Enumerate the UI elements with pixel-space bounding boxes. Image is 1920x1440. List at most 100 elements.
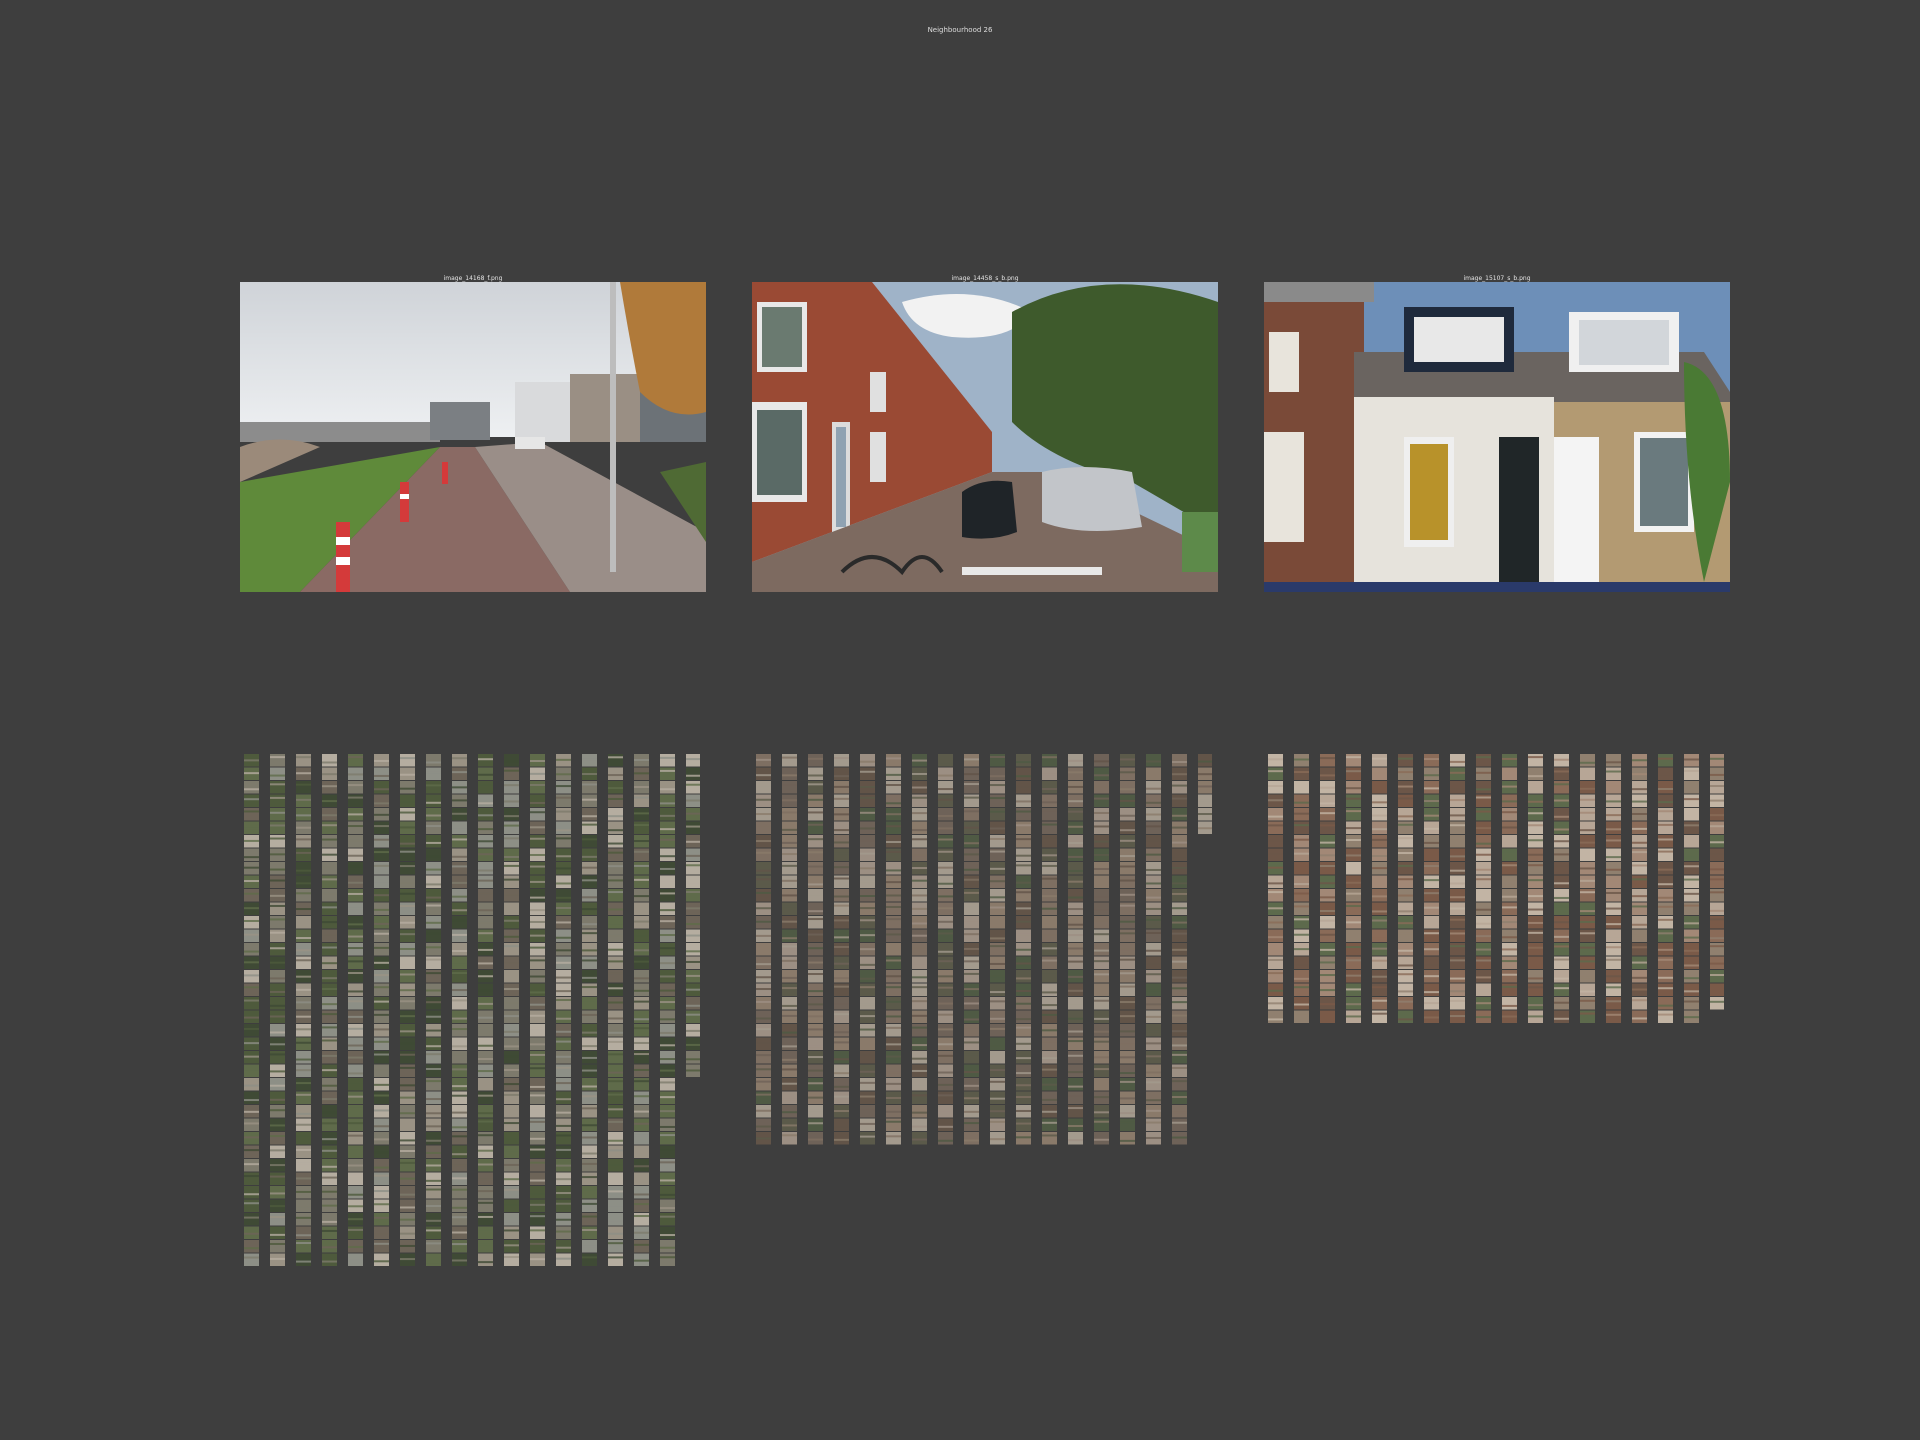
thumbnail	[1172, 929, 1187, 942]
thumbnail	[296, 889, 311, 902]
thumbnail	[782, 1037, 797, 1050]
thumbnail	[886, 956, 901, 969]
thumbnail	[1346, 862, 1361, 875]
thumbnail	[322, 1213, 337, 1226]
thumbnail	[374, 983, 389, 996]
thumbnail	[1658, 902, 1673, 915]
thumbnail	[1294, 767, 1309, 780]
thumbnail	[886, 781, 901, 794]
thumbnail	[1042, 754, 1057, 767]
thumbnail	[348, 916, 363, 929]
thumbnail	[478, 862, 493, 875]
thumbnail	[756, 848, 771, 861]
thumbnail	[660, 1199, 675, 1212]
thumbnail	[782, 1091, 797, 1104]
thumbnail	[1146, 889, 1161, 902]
thumbnail	[400, 848, 415, 861]
thumbnail	[860, 848, 875, 861]
thumbnail	[530, 1240, 545, 1253]
thumbnail	[756, 997, 771, 1010]
thumbnail	[964, 902, 979, 915]
thumbnail	[582, 1037, 597, 1050]
thumbnail	[452, 767, 467, 780]
thumbnail	[1450, 929, 1465, 942]
thumbnail	[1476, 754, 1491, 767]
thumbnail	[478, 754, 493, 767]
thumbnail	[1016, 889, 1031, 902]
thumbnail	[1710, 997, 1724, 1010]
thumbnail	[1094, 1010, 1109, 1023]
thumbnail	[296, 1105, 311, 1118]
thumbnail	[322, 875, 337, 888]
thumbnail	[400, 862, 415, 875]
thumbnail	[478, 902, 493, 915]
thumbnail	[686, 767, 700, 780]
thumbnail	[504, 808, 519, 821]
thumbnail	[634, 970, 649, 983]
thumbnail	[1068, 862, 1083, 875]
thumbnail	[1042, 983, 1057, 996]
thumbnail	[1476, 835, 1491, 848]
thumbnail	[556, 889, 571, 902]
thumbnail	[1476, 983, 1491, 996]
thumbnail	[1450, 754, 1465, 767]
thumbnail	[1554, 875, 1569, 888]
thumbnail	[426, 1091, 441, 1104]
thumbnail	[608, 1240, 623, 1253]
thumbnail	[1632, 862, 1647, 875]
thumbnail	[990, 1051, 1005, 1064]
thumbnail	[244, 1253, 259, 1266]
thumbnail	[426, 1253, 441, 1266]
thumbnail	[452, 1145, 467, 1158]
thumbnail	[1580, 767, 1595, 780]
thumbnail	[634, 1024, 649, 1037]
thumbnail	[1068, 1078, 1083, 1091]
thumbnail	[478, 875, 493, 888]
thumbnail	[1172, 889, 1187, 902]
thumbnail	[1094, 1132, 1109, 1145]
thumbnail	[530, 902, 545, 915]
thumbnail	[660, 794, 675, 807]
thumbnail	[860, 1132, 875, 1145]
thumbnail	[964, 1010, 979, 1023]
thumbnail	[756, 889, 771, 902]
thumbnail	[478, 781, 493, 794]
thumbnail	[1042, 781, 1057, 794]
thumbnail	[452, 875, 467, 888]
thumbnail	[504, 1118, 519, 1131]
thumbnail	[374, 862, 389, 875]
thumbnail	[452, 1037, 467, 1050]
thumbnail	[1528, 997, 1543, 1010]
thumbnail	[990, 794, 1005, 807]
thumbnail	[270, 902, 285, 915]
thumbnail	[990, 983, 1005, 996]
thumbnail	[938, 943, 953, 956]
thumbnail	[504, 1213, 519, 1226]
thumbnail	[582, 1078, 597, 1091]
thumbnail	[426, 1118, 441, 1131]
thumbnail	[1398, 821, 1413, 834]
thumbnail	[426, 1145, 441, 1158]
thumbnail	[296, 1051, 311, 1064]
thumbnail	[1320, 970, 1335, 983]
thumbnail	[1502, 754, 1517, 767]
thumbnail	[834, 929, 849, 942]
thumbnail	[782, 754, 797, 767]
thumbnail	[1632, 902, 1647, 915]
thumbnail	[530, 1051, 545, 1064]
thumbnail	[608, 821, 623, 834]
thumbnail	[296, 848, 311, 861]
thumbnail	[452, 1132, 467, 1145]
thumbnail	[1398, 794, 1413, 807]
thumbnail	[834, 1051, 849, 1064]
thumbnail	[400, 808, 415, 821]
thumbnail	[1372, 835, 1387, 848]
thumbnail	[834, 916, 849, 929]
thumbnail	[1684, 970, 1699, 983]
thumbnail	[1398, 956, 1413, 969]
thumbnail	[322, 835, 337, 848]
thumbnail	[582, 1213, 597, 1226]
thumbnail	[1476, 889, 1491, 902]
thumbnail	[1372, 916, 1387, 929]
thumbnail	[1710, 754, 1724, 767]
